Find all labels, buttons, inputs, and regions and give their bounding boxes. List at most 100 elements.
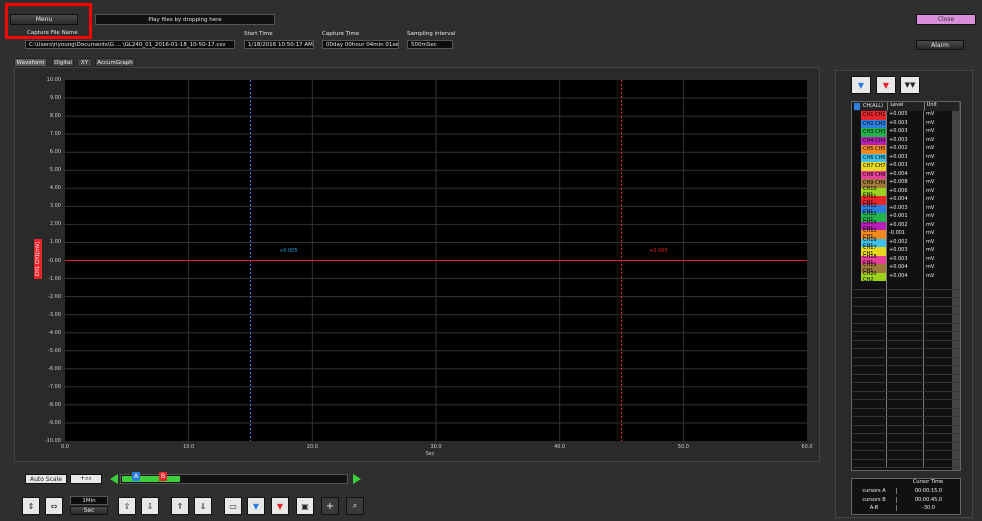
tab-digital[interactable]: Digital — [52, 58, 74, 67]
channel-level: +0.001 — [886, 213, 923, 222]
cursor-ab-icon: ▼▼ — [904, 81, 916, 89]
channel-checkbox[interactable] — [853, 264, 861, 273]
screen-button[interactable]: ▭ — [224, 497, 242, 515]
y-tick-label: -4.00 — [48, 329, 61, 336]
waveform-plot[interactable] — [65, 80, 807, 441]
cursor-b-button[interactable]: ▼ — [271, 497, 289, 515]
zoom-tools-button[interactable]: +⌕⌕ — [70, 474, 102, 484]
header-level: Level — [887, 102, 923, 111]
channel-row[interactable]: CH2 CH2 +0.003 mV — [853, 119, 959, 129]
channel-unit: mV — [923, 111, 959, 120]
cursor-ab-select-button[interactable]: ▼▼ — [900, 76, 920, 94]
channel-checkbox[interactable] — [853, 137, 861, 146]
zoom-out-vertical-button[interactable]: ⇓ — [194, 497, 212, 515]
cursor-move-button[interactable]: ▣ — [296, 497, 314, 515]
scroll-right-arrow-icon[interactable] — [353, 474, 361, 484]
alarm-button[interactable]: Alarm — [916, 40, 964, 50]
y-tick-label: -6.00 — [48, 365, 61, 372]
close-button[interactable]: Close — [916, 14, 976, 25]
start-time-label: Start Time — [244, 31, 273, 37]
channel-unit: mV — [923, 179, 959, 188]
cursor-a-select-button[interactable]: ▼ — [851, 76, 871, 94]
x-tick-label: 50.0 — [677, 444, 689, 450]
channel-row[interactable]: CH4 CH4 +0.003 mV — [853, 136, 959, 146]
x-tick-label: 10.0 — [183, 444, 195, 450]
channel-checkbox[interactable] — [853, 120, 861, 129]
channel-checkbox[interactable] — [853, 188, 861, 197]
channel-row[interactable]: CH3 CH3 +0.003 mV — [853, 128, 959, 137]
channel-unit: mV — [923, 196, 959, 205]
scroll-thumb[interactable] — [122, 476, 180, 482]
y-tick-label: -8.00 — [48, 401, 61, 408]
channel-checkbox[interactable] — [853, 162, 861, 171]
channel-checkbox[interactable] — [853, 205, 861, 214]
magnifier-button[interactable]: ⌕ — [346, 497, 364, 515]
compress-vertical-icon: ⇓ — [199, 501, 207, 511]
channel-row[interactable]: CH8 CH8 +0.004 mV — [853, 170, 959, 180]
channel-level: +0.003 — [886, 119, 923, 128]
capture-time-field: 00day 00hour 04min 01sec — [322, 40, 399, 49]
channel-checkbox[interactable] — [853, 154, 861, 163]
cursor-b-icon: ▼ — [276, 501, 284, 511]
channel-checkbox[interactable] — [853, 145, 861, 154]
expand-all-button[interactable]: ⇕ — [22, 497, 40, 515]
tab-accumgraph[interactable]: AccumGraph — [95, 58, 135, 67]
empty-channel-row — [853, 298, 959, 307]
time-div-field[interactable]: 1Min — [70, 496, 108, 505]
crosshair-button[interactable]: + — [321, 497, 339, 515]
drop-zone[interactable]: Play files by dropping here — [95, 14, 275, 25]
y-axis-label: CH1 CH1[mV] — [34, 239, 42, 279]
auto-scale-button[interactable]: Auto Scale — [25, 474, 67, 484]
channel-row[interactable]: CH20 CH2 +0.004 mV — [853, 271, 959, 283]
channel-name: CH4 CH4 — [861, 136, 886, 145]
channel-checkbox[interactable] — [853, 128, 861, 137]
cursor-time-value: 00:00:45.0 — [896, 496, 960, 503]
waveform-compress-icon: ⇔ — [50, 501, 58, 511]
y-tick-label: -9.00 — [48, 419, 61, 426]
channel-checkbox[interactable] — [853, 111, 861, 120]
channel-row[interactable]: CH6 CH6 +0.003 mV — [853, 153, 959, 163]
tab-xy[interactable]: XY — [77, 58, 92, 67]
tab-waveform[interactable]: Waveform — [14, 58, 47, 67]
channel-checkbox[interactable] — [853, 273, 861, 282]
zoom-in-vertical-button[interactable]: ⇑ — [171, 497, 189, 515]
channel-level: +0.003 — [886, 128, 923, 137]
empty-channel-row — [853, 306, 959, 315]
channel-checkbox[interactable] — [853, 230, 861, 239]
channel-checkbox[interactable] — [853, 222, 861, 231]
y-tick-label: 4.00 — [49, 185, 61, 192]
cursor-a-marker[interactable]: A — [132, 472, 140, 481]
channel-level: +0.004 — [886, 170, 923, 179]
all-channels-checkbox[interactable] — [854, 103, 860, 110]
cursor-a-readout: +0.005 — [279, 248, 298, 254]
cursor-b-marker[interactable]: B — [159, 472, 167, 481]
channel-unit: mV — [923, 238, 959, 247]
time-unit-select[interactable]: Sec — [70, 506, 108, 515]
channel-row[interactable]: CH1 CH1 +0.005 mV — [853, 111, 959, 120]
channel-row[interactable]: CH7 CH7 +0.003 mV — [853, 162, 959, 171]
move-up-button[interactable]: ⇧ — [118, 497, 136, 515]
cursor-b-select-button[interactable]: ▼ — [876, 76, 896, 94]
plus-zoom-icon: +⌕⌕ — [80, 475, 92, 482]
cursor-a-icon: ▼ — [252, 501, 260, 511]
compress-all-button[interactable]: ⇔ — [45, 497, 63, 515]
cursor-time-label: cursors B — [862, 496, 886, 503]
channel-unit: mV — [923, 230, 959, 239]
channel-checkbox[interactable] — [853, 247, 861, 256]
channel-checkbox[interactable] — [853, 213, 861, 222]
channel-checkbox[interactable] — [853, 179, 861, 188]
empty-channel-row — [853, 349, 959, 358]
channel-row[interactable]: CH5 CH5 +0.002 mV — [853, 145, 959, 154]
channel-name: CH2 CH2 — [861, 119, 886, 128]
channel-checkbox[interactable] — [853, 171, 861, 180]
channel-checkbox[interactable] — [853, 256, 861, 265]
channel-checkbox[interactable] — [853, 196, 861, 205]
empty-channel-row — [853, 383, 959, 392]
y-tick-label: 7.00 — [49, 131, 61, 138]
scroll-left-arrow-icon[interactable] — [110, 474, 118, 484]
cursor-a-button[interactable]: ▼ — [247, 497, 265, 515]
move-down-button[interactable]: ⇩ — [141, 497, 159, 515]
app-window: Menu Play files by dropping here Close C… — [0, 0, 982, 521]
y-tick-label: 5.00 — [49, 167, 61, 174]
channel-checkbox[interactable] — [853, 239, 861, 248]
